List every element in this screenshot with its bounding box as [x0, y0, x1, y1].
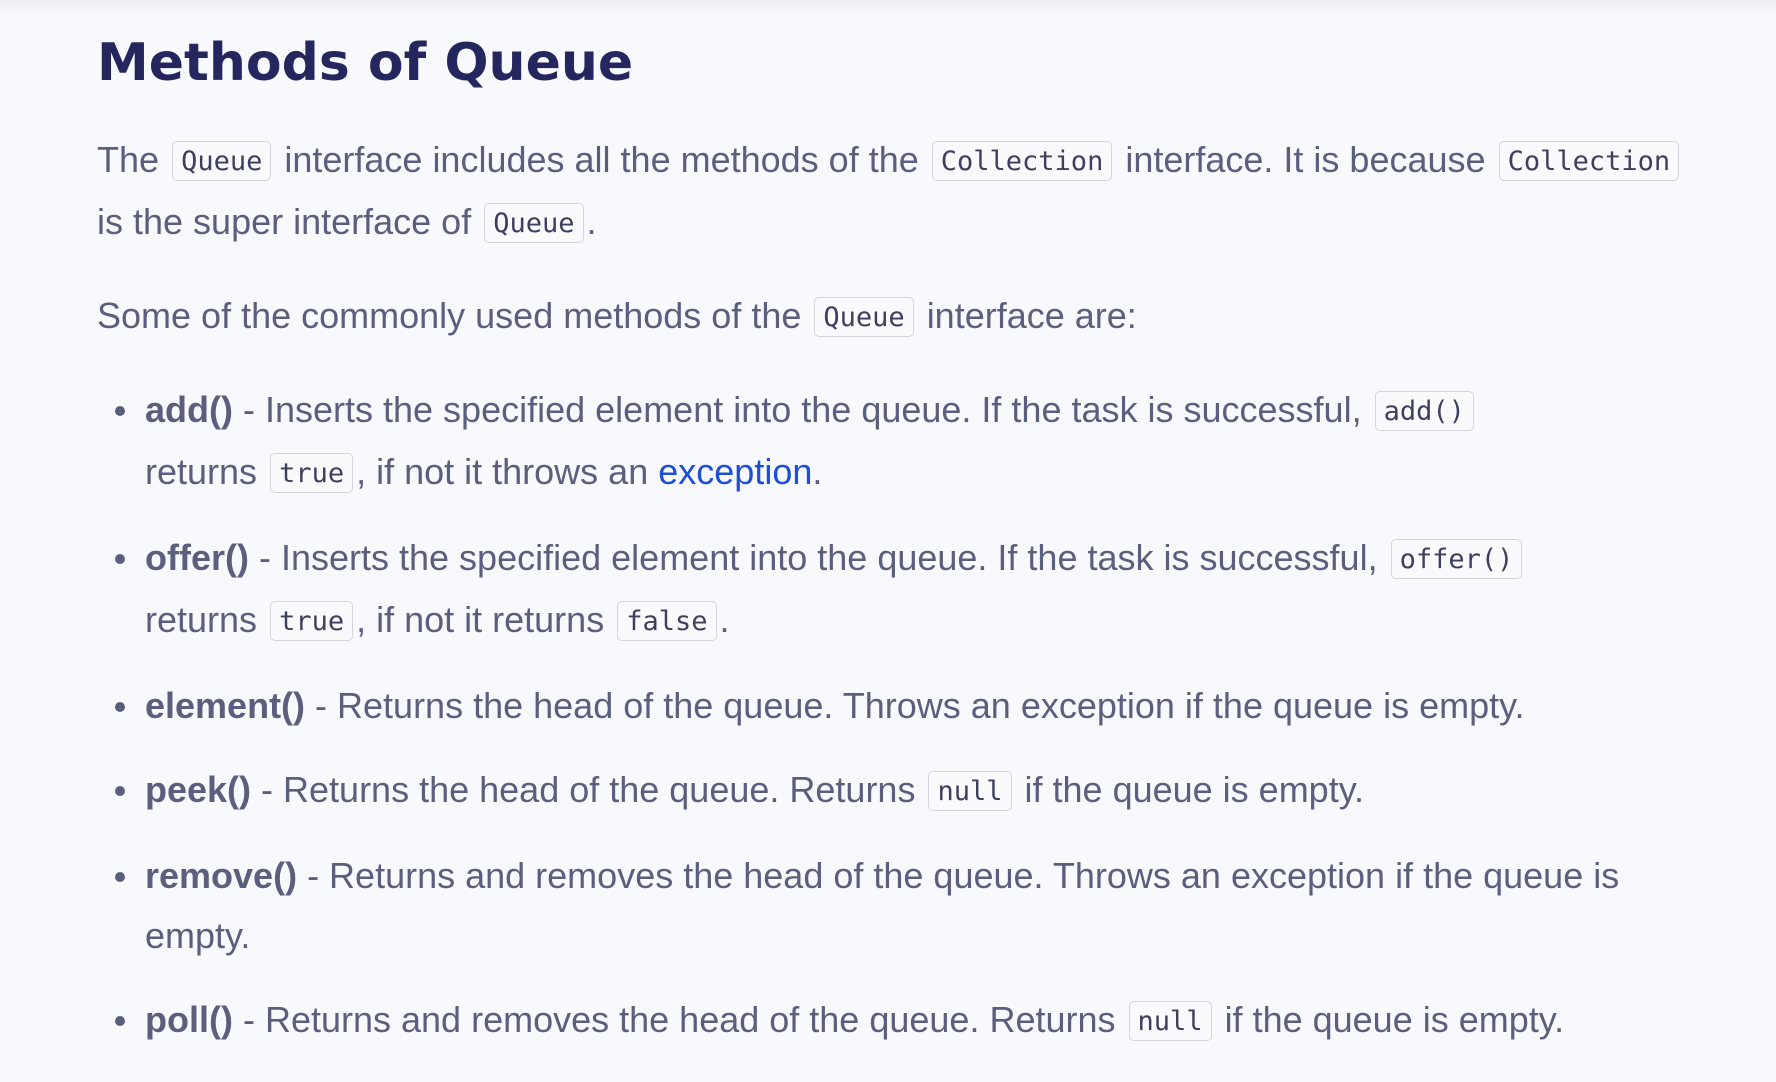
method-name: remove() [145, 855, 298, 896]
article-section: Methods of Queue The Queue interface inc… [97, 30, 1697, 1076]
method-item-poll: poll() - Returns and removes the head of… [115, 990, 1705, 1052]
inline-code: Collection [1498, 141, 1680, 181]
method-description: , if not it returns [356, 599, 605, 640]
method-item-element: element() - Returns the head of the queu… [115, 676, 1705, 736]
lead-text: interface are: [926, 295, 1137, 336]
inline-code: add() [1374, 391, 1474, 431]
method-item-peek: peek() - Returns the head of the queue. … [115, 760, 1705, 822]
method-description: returns [145, 599, 258, 640]
method-item-add: add() - Inserts the specified element in… [115, 380, 1705, 504]
method-description: returns [145, 451, 258, 492]
method-item-offer: offer() - Inserts the specified element … [115, 528, 1705, 652]
exception-link[interactable]: exception [658, 451, 812, 492]
inline-code: Collection [931, 141, 1113, 181]
inline-code: true [270, 601, 354, 641]
method-description: - Returns the head of the queue. Returns [251, 769, 916, 810]
inline-code: null [928, 771, 1012, 811]
lead-text: Some of the commonly used methods of the [97, 295, 802, 336]
method-name: peek() [145, 769, 252, 810]
method-description: - Inserts the specified element into the… [248, 537, 1378, 578]
method-name: add() [145, 389, 233, 430]
method-name: offer() [145, 537, 249, 578]
inline-code: Queue [172, 141, 272, 181]
intro-text: interface includes all the methods of th… [284, 139, 919, 180]
intro-text: . [586, 201, 597, 242]
inline-code: null [1128, 1001, 1212, 1041]
intro-text: interface. It is because [1125, 139, 1486, 180]
method-description: - Returns and removes the head of the qu… [232, 999, 1116, 1040]
inline-code: false [617, 601, 717, 641]
inline-code: true [270, 453, 354, 493]
method-description: . [719, 599, 730, 640]
method-description: , if not it throws an [356, 451, 649, 492]
inline-code: Queue [814, 297, 914, 337]
inline-code: offer() [1390, 539, 1523, 579]
method-description: - Returns the head of the queue. Throws … [305, 685, 1525, 726]
intro-text: The [97, 139, 160, 180]
intro-text: is the super interface of [97, 201, 472, 242]
method-description: if the queue is empty. [1224, 999, 1565, 1040]
method-name: element() [145, 685, 306, 726]
method-name: poll() [145, 999, 233, 1040]
method-description: - Returns and removes the head of the qu… [145, 855, 1620, 956]
intro-paragraph: The Queue interface includes all the met… [97, 130, 1697, 254]
methods-lead-paragraph: Some of the commonly used methods of the… [97, 286, 1697, 348]
method-description: if the queue is empty. [1024, 769, 1365, 810]
method-description: - Inserts the specified element into the… [232, 389, 1362, 430]
method-item-remove: remove() - Returns and removes the head … [115, 846, 1705, 966]
methods-list: add() - Inserts the specified element in… [97, 380, 1705, 1052]
method-description: . [812, 451, 823, 492]
section-heading: Methods of Queue [97, 33, 634, 93]
top-shadow [0, 0, 1776, 14]
inline-code: Queue [484, 203, 584, 243]
